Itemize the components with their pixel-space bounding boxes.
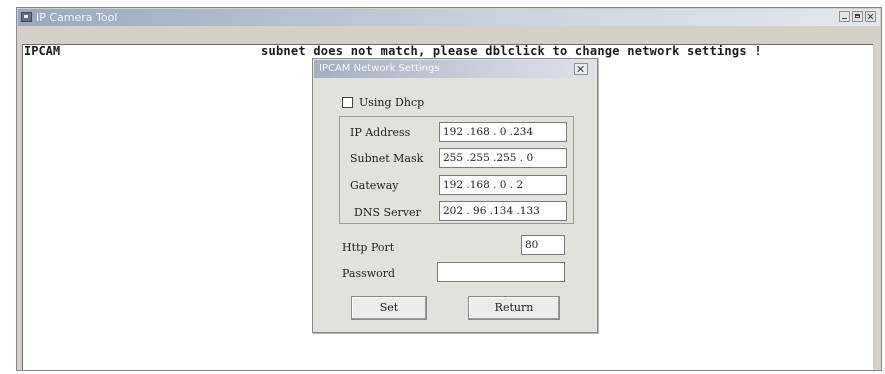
gateway-label: Gateway xyxy=(350,179,399,192)
dns-server-field[interactable]: 202 . 96 .134 .133 xyxy=(439,201,567,221)
gateway-field[interactable]: 192 .168 . 0 . 2 xyxy=(439,175,567,195)
using-dhcp-checkbox[interactable] xyxy=(342,97,353,108)
window-titlebar[interactable]: IP Camera Tool xyxy=(18,9,880,26)
ip-address-label: IP Address xyxy=(350,126,411,139)
dialog-titlebar[interactable]: IPCAM Network Settings xyxy=(314,60,596,78)
password-field[interactable] xyxy=(437,262,565,282)
window-controls xyxy=(839,11,876,22)
ip-address-field[interactable]: 192 .168 . 0 .234 xyxy=(439,122,567,142)
camera-name[interactable]: IPCAM xyxy=(24,44,60,58)
return-button[interactable]: Return xyxy=(468,296,560,320)
window-title: IP Camera Tool xyxy=(36,11,118,24)
dialog-title: IPCAM Network Settings xyxy=(319,63,440,74)
minimize-icon[interactable] xyxy=(839,11,850,22)
set-button[interactable]: Set xyxy=(351,296,427,320)
network-settings-dialog: IPCAM Network Settings Using Dhcp IP Add… xyxy=(312,58,598,333)
http-port-label: Http Port xyxy=(342,241,395,254)
password-label: Password xyxy=(342,267,396,280)
subnet-mask-label: Subnet Mask xyxy=(350,152,424,165)
dialog-close-icon[interactable] xyxy=(574,63,588,75)
app-icon xyxy=(21,12,32,22)
dns-server-label: DNS Server xyxy=(354,206,421,219)
close-icon[interactable] xyxy=(865,11,876,22)
http-port-field[interactable]: 80 xyxy=(521,235,565,255)
status-message: subnet does not match, please dblclick t… xyxy=(261,44,762,58)
maximize-icon[interactable] xyxy=(852,11,863,22)
using-dhcp-label: Using Dhcp xyxy=(359,96,425,109)
subnet-mask-field[interactable]: 255 .255 .255 . 0 xyxy=(439,148,567,168)
